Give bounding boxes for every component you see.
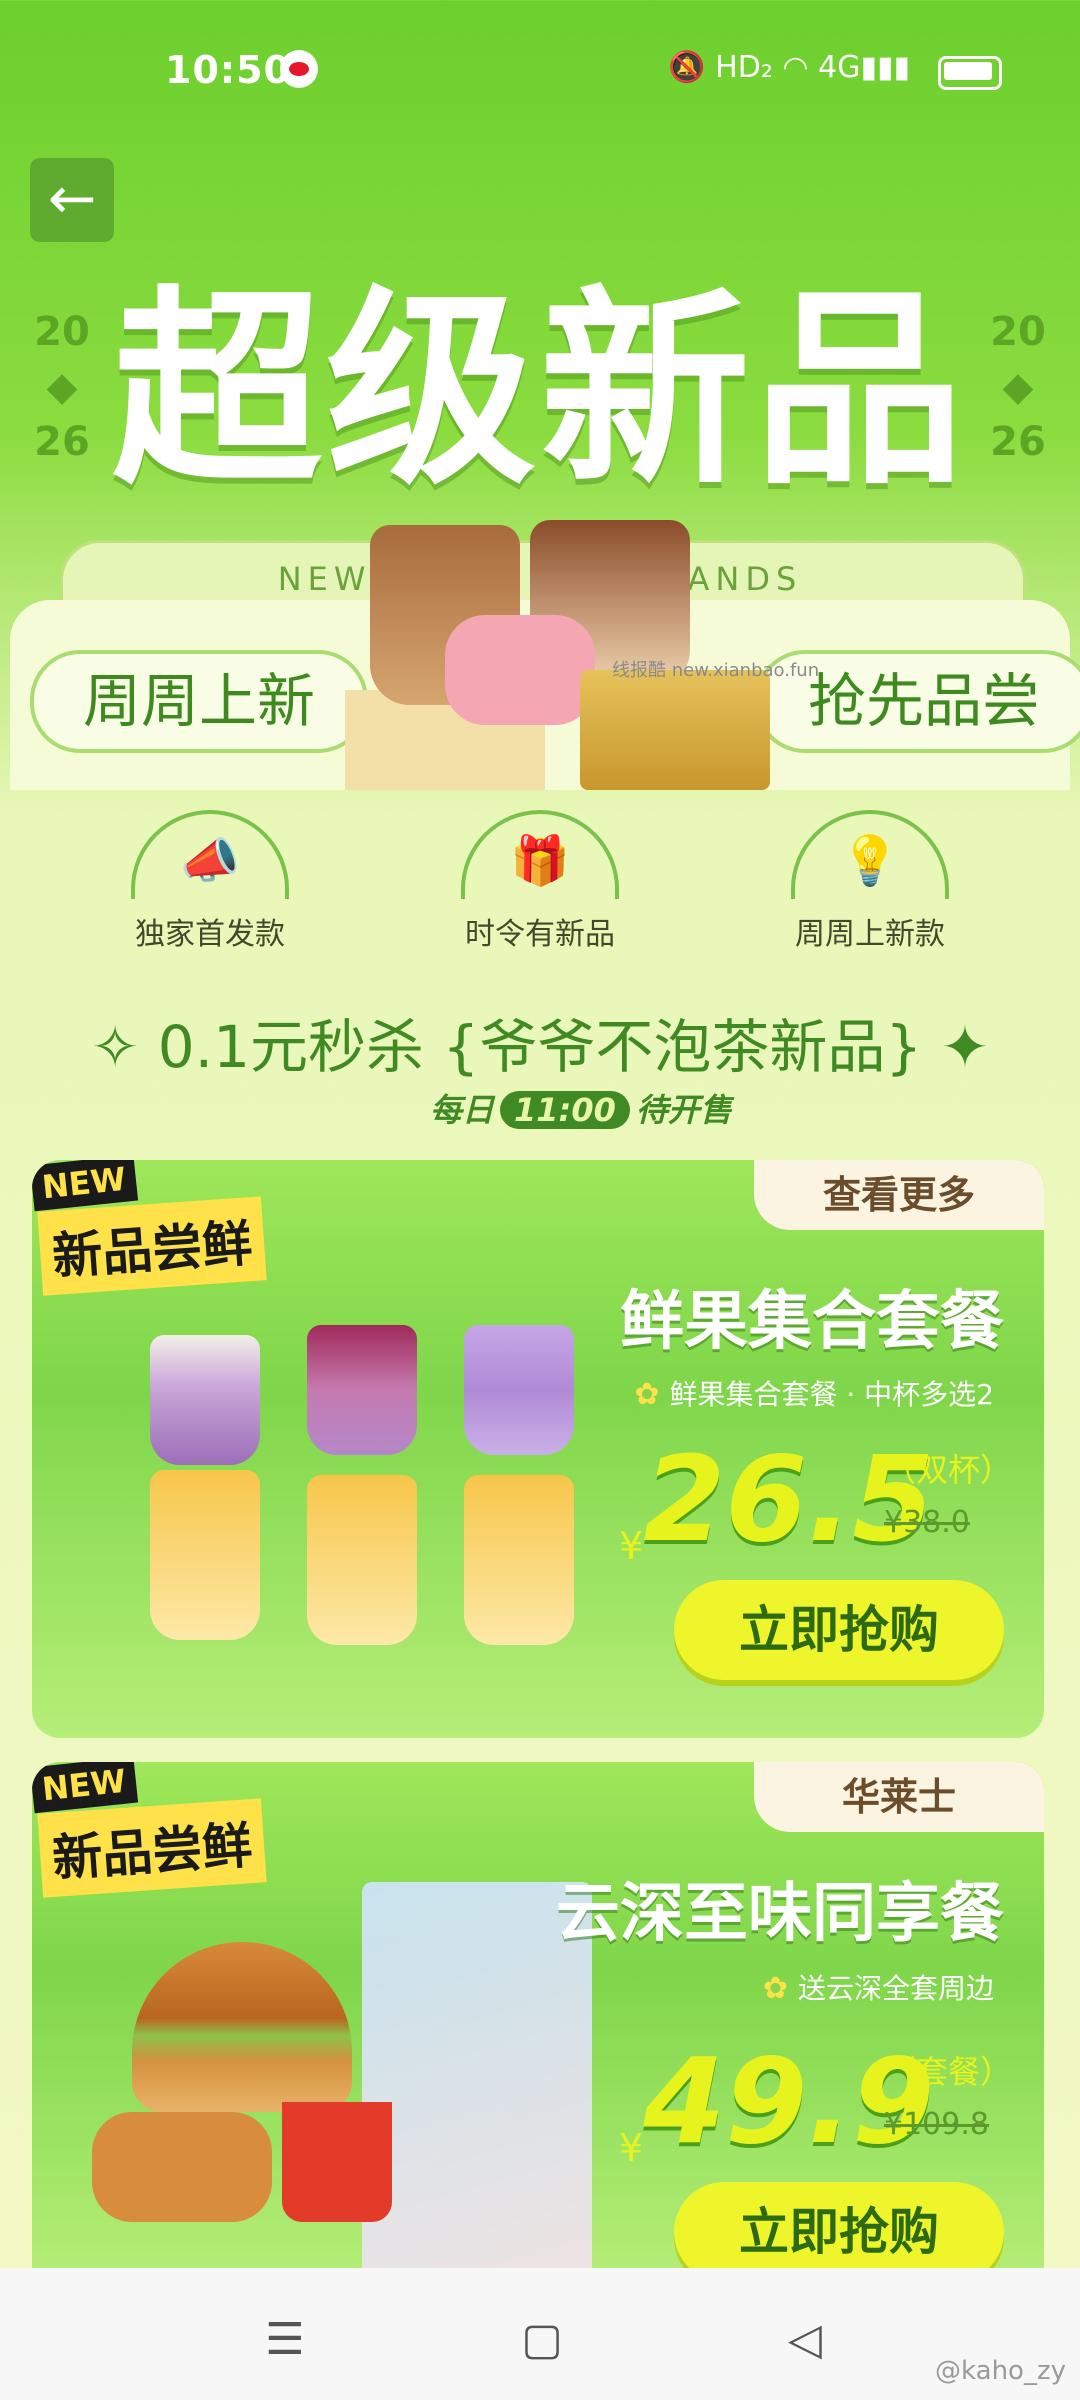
flash-sale-title: ✧ 0.1元秒杀 {爷爷不泡茶新品} ✦ [0, 1000, 1080, 1084]
product-subtitle: ✿ 鲜果集合套餐 · 中杯多选2 [634, 1373, 994, 1413]
signal-icon: ▮▮▮ [860, 50, 910, 85]
category-arc: 🎁 [461, 810, 619, 899]
hero-pill-left: 周周上新 [30, 650, 368, 753]
drink-image [307, 1325, 417, 1455]
watermark: 线报酷 new.xianbao.fun [612, 660, 820, 681]
sale-daily: 每日 [430, 1091, 495, 1129]
flash-sale-text: 0.1元秒杀 {爷爷不泡茶新品} [157, 1013, 923, 1081]
product-title: 云深至味同享餐 [556, 1877, 1004, 1951]
flower-icon: ✿ [634, 1377, 660, 1412]
mango-drink-image [150, 1470, 260, 1640]
status-time: 10:50 [165, 48, 291, 92]
hero-title: 超级新品 [111, 268, 968, 513]
product-card[interactable]: 华莱士 NEW 新品尝鲜 云深至味同享餐 ✿ 送云深全套周边 ¥49.9 （套餐）… [32, 1762, 1044, 2282]
original-price: ¥38.0 [884, 1505, 970, 1540]
signal-label: 4G [818, 50, 861, 85]
price-unit: （套餐） [884, 2053, 1013, 2091]
cake-image [445, 615, 595, 725]
sale-time-chip: 11:00 [500, 1091, 630, 1129]
mango-drink-image [464, 1475, 574, 1645]
price-block: ¥26.5 （双杯） ¥38.0 [619, 1430, 1012, 1570]
hd-icon: HD₂ [715, 50, 773, 85]
original-price: ¥109.8 [884, 2107, 989, 2142]
gift-image [580, 670, 770, 790]
price-unit: （双杯） [884, 1451, 1013, 1489]
product-subtitle: ✿ 送云深全套周边 [763, 1967, 994, 2007]
fried-chicken-image [92, 2112, 272, 2222]
view-more-tab[interactable]: 查看更多 [754, 1160, 1044, 1230]
status-icons: 🔕 HD₂ ◠ 4G▮▮▮ [668, 50, 910, 85]
megaphone-icon: 📣 [180, 833, 240, 889]
sparkle-icon: ✦ [940, 1013, 990, 1081]
new-tasting-badge: 新品尝鲜 [37, 1196, 267, 1296]
fries-image [282, 2102, 392, 2222]
lightbulb-icon: 💡 [840, 833, 900, 889]
sale-status: 待开售 [635, 1091, 732, 1129]
category-weekly[interactable]: 💡 周周上新款 [740, 810, 1000, 953]
gift-icon: 🎁 [510, 833, 570, 889]
buy-now-button[interactable]: 立即抢购 [674, 1580, 1004, 1680]
new-badge: NEW [32, 1762, 139, 1814]
battery-icon [938, 56, 1002, 90]
category-label: 时令有新品 [465, 917, 615, 952]
category-seasonal[interactable]: 🎁 时令有新品 [410, 810, 670, 953]
product-title: 鲜果集合套餐 [620, 1285, 1004, 1359]
currency: ¥ [619, 1524, 644, 1568]
wifi-icon: ◠ [782, 50, 809, 85]
product-card[interactable]: 查看更多 NEW 新品尝鲜 鲜果集合套餐 ✿ 鲜果集合套餐 · 中杯多选2 ¥26… [32, 1160, 1044, 1738]
new-badge: NEW [32, 1160, 139, 1212]
drink-image [150, 1335, 260, 1465]
back-triangle-icon[interactable]: ◁ [775, 2310, 835, 2370]
category-arc: 📣 [131, 810, 289, 899]
sparkle-icon: ✧ [90, 1013, 140, 1081]
category-exclusive[interactable]: 📣 独家首发款 [80, 810, 340, 953]
product-subtitle-text: 送云深全套周边 [797, 1972, 994, 2005]
weibo-icon [280, 50, 318, 88]
menu-icon[interactable]: ☰ [255, 2310, 315, 2370]
category-arc: 💡 [791, 810, 949, 899]
home-icon[interactable]: ▢ [512, 2310, 572, 2370]
burger-image [132, 1942, 352, 2112]
new-tasting-badge: 新品尝鲜 [37, 1798, 267, 1898]
buy-now-button[interactable]: 立即抢购 [674, 2182, 1004, 2282]
product-subtitle-text: 鲜果集合套餐 · 中杯多选2 [669, 1378, 994, 1411]
flower-icon: ✿ [762, 1971, 788, 2006]
price-block: ¥49.9 （套餐） ¥109.8 [619, 2032, 1012, 2172]
credit-watermark: @kaho_zy [935, 2356, 1066, 2386]
mango-drink-image [307, 1475, 417, 1645]
drink-image [464, 1325, 574, 1455]
currency: ¥ [619, 2126, 644, 2170]
status-bar: 10:50 🔕 HD₂ ◠ 4G▮▮▮ [0, 0, 1080, 140]
brand-tab[interactable]: 华莱士 [754, 1762, 1044, 1832]
flash-sale-schedule: 每日 11:00 待开售 [430, 1085, 732, 1131]
category-label: 独家首发款 [135, 917, 285, 952]
category-label: 周周上新款 [795, 917, 945, 952]
